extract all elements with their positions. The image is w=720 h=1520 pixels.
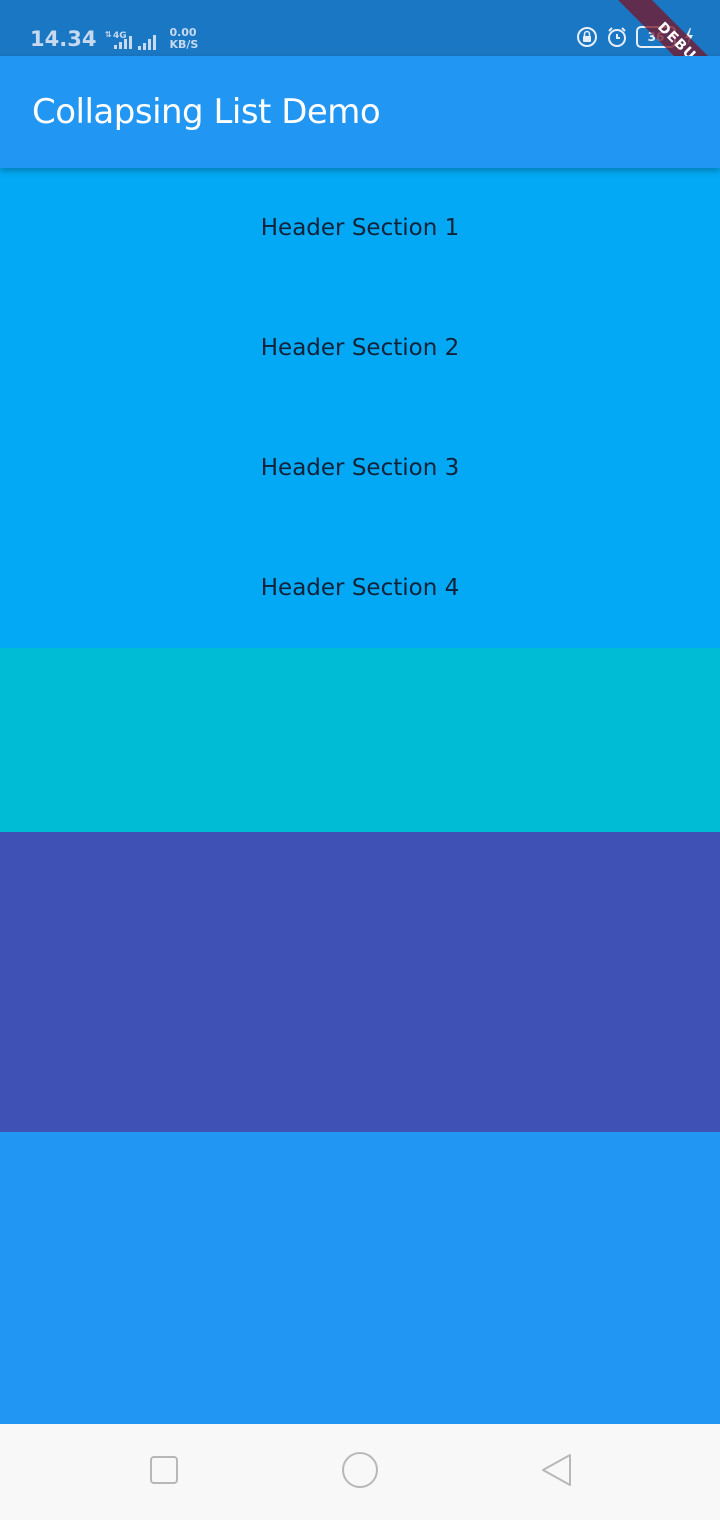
signal-icon (137, 31, 159, 51)
signal-group: ⇅ 4G (104, 27, 159, 51)
status-bar: 14.34 ⇅ 4G 0.00 KB/S 36 (0, 0, 720, 56)
rotation-lock-icon (576, 26, 598, 48)
header-sections-block[interactable]: Header Section 1 Header Section 2 Header… (0, 168, 720, 648)
blue-section[interactable] (0, 1132, 720, 1424)
status-right-group: 36 (576, 26, 694, 48)
header-section-1[interactable]: Header Section 1 (0, 168, 720, 288)
header-section-2[interactable]: Header Section 2 (0, 288, 720, 408)
app-title: Collapsing List Demo (32, 92, 381, 132)
battery-icon: 36 (636, 26, 676, 48)
app-bar: Collapsing List Demo (0, 56, 720, 168)
signal-4g-icon: ⇅ 4G (104, 29, 134, 51)
net-speed-indicator: 0.00 KB/S (169, 27, 198, 51)
svg-text:⇅: ⇅ (105, 30, 112, 39)
back-button[interactable] (536, 1452, 576, 1492)
status-left-group: 14.34 ⇅ 4G 0.00 KB/S (30, 24, 198, 54)
back-triangle-icon (538, 1452, 574, 1492)
alarm-icon (606, 26, 628, 48)
recents-square-icon (148, 1454, 180, 1490)
recents-button[interactable] (144, 1452, 184, 1492)
navigation-bar (0, 1424, 720, 1520)
header-section-3[interactable]: Header Section 3 (0, 408, 720, 528)
indigo-section[interactable] (0, 832, 720, 1132)
header-section-4[interactable]: Header Section 4 (0, 528, 720, 648)
net-speed-unit: KB/S (169, 38, 199, 51)
charging-icon (684, 27, 694, 47)
home-circle-icon (340, 1450, 380, 1494)
app-screen: 14.34 ⇅ 4G 0.00 KB/S 36 DEBUG Collapsing… (0, 0, 720, 1520)
battery-level: 36 (647, 30, 665, 44)
home-button[interactable] (340, 1452, 380, 1492)
status-time: 14.34 (30, 27, 97, 51)
cyan-section[interactable] (0, 648, 720, 832)
